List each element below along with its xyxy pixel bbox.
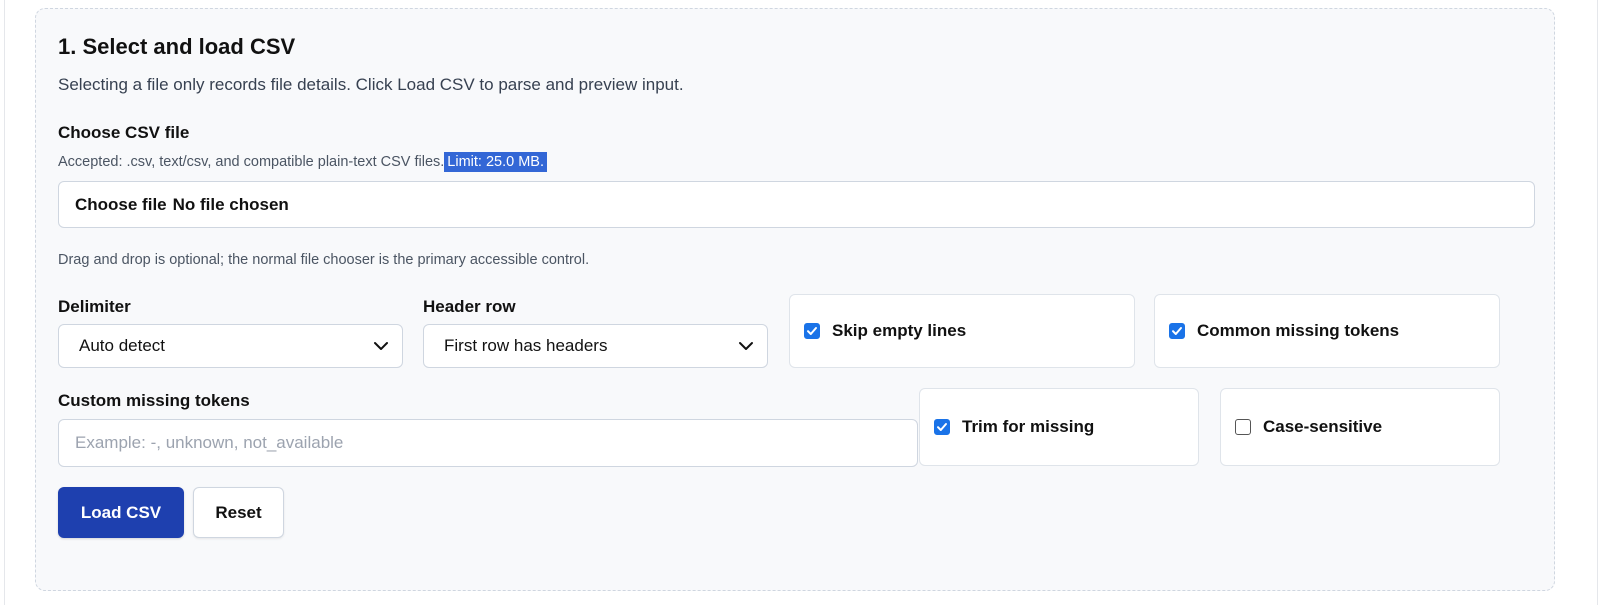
- file-label: Choose CSV file: [58, 123, 190, 142]
- trim-missing-label: Trim for missing: [962, 417, 1095, 436]
- case-sensitive-option[interactable]: Case-sensitive: [1220, 388, 1500, 466]
- common-missing-tokens-option[interactable]: Common missing tokens: [1154, 294, 1500, 368]
- header-row-value: First row has headers: [444, 336, 608, 355]
- header-row-label: Header row: [423, 297, 516, 316]
- section-title: 1. Select and load CSV: [58, 34, 296, 59]
- skip-empty-lines-option[interactable]: Skip empty lines: [789, 294, 1135, 368]
- drag-drop-hint: Drag and drop is optional; the normal fi…: [58, 252, 590, 268]
- common-missing-label: Common missing tokens: [1197, 321, 1400, 340]
- chevron-down-icon: [374, 342, 388, 350]
- file-status: No file chosen: [172, 194, 289, 214]
- common-missing-checkbox[interactable]: [1169, 323, 1185, 339]
- limit-highlight: Limit: 25.0 MB.: [444, 152, 547, 172]
- delimiter-select[interactable]: Auto detect: [58, 324, 403, 368]
- choose-file-button[interactable]: Choose file: [75, 195, 167, 215]
- skip-empty-checkbox[interactable]: [804, 323, 820, 339]
- chevron-down-icon: [739, 342, 753, 350]
- custom-missing-placeholder: Example: -, unknown, not_available: [75, 433, 344, 452]
- delimiter-value: Auto detect: [79, 336, 166, 355]
- custom-missing-label: Custom missing tokens: [58, 391, 250, 410]
- header-row-select[interactable]: First row has headers: [423, 324, 768, 368]
- check-icon: [937, 423, 947, 431]
- check-icon: [1172, 327, 1182, 335]
- skip-empty-label: Skip empty lines: [832, 321, 967, 340]
- check-icon: [807, 327, 817, 335]
- trim-missing-checkbox[interactable]: [934, 419, 950, 435]
- trim-for-missing-option[interactable]: Trim for missing: [919, 388, 1199, 466]
- case-sensitive-checkbox[interactable]: [1235, 419, 1251, 435]
- custom-missing-input[interactable]: Example: -, unknown, not_available: [58, 419, 918, 467]
- case-sensitive-label: Case-sensitive: [1263, 417, 1383, 436]
- page-frame: 1. Select and load CSV Selecting a file …: [4, 0, 1598, 605]
- file-input[interactable]: Choose file No file chosen: [58, 181, 1535, 228]
- delimiter-label: Delimiter: [58, 297, 131, 316]
- section-description: Selecting a file only records file detai…: [58, 75, 684, 94]
- accepted-text: Accepted: .csv, text/csv, and compatible…: [58, 154, 445, 170]
- reset-button[interactable]: Reset: [193, 487, 284, 538]
- load-csv-button[interactable]: Load CSV: [58, 487, 184, 538]
- select-load-panel: 1. Select and load CSV Selecting a file …: [35, 8, 1555, 591]
- file-accepted-hint: Accepted: .csv, text/csv, and compatible…: [58, 152, 547, 172]
